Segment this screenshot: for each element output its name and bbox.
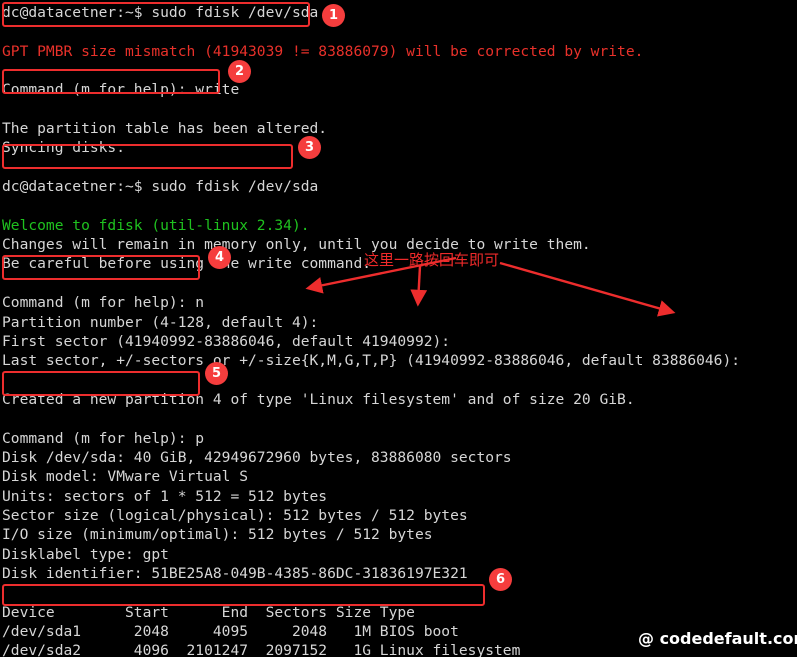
- line-blank-6: [2, 274, 797, 293]
- line-io-size: I/O size (minimum/optimal): 512 bytes / …: [2, 526, 433, 544]
- line-sector-size: Sector size (logical/physical): 512 byte…: [2, 506, 468, 524]
- line-blank-3: [2, 100, 797, 119]
- line-disk-model: Disk model: VMware Virtual S: [2, 468, 249, 486]
- line-prompt-fdisk-2: dc@datacetner:~$ sudo fdisk /dev/sda: [2, 178, 319, 196]
- line-blank-2: [2, 61, 797, 80]
- line-blank-5: [2, 196, 797, 215]
- line-command-n: Command (m for help): n: [2, 294, 205, 312]
- line-table-header: Device Start End Sectors Size Type: [2, 603, 415, 621]
- line-disklabel-type: Disklabel type: gpt: [2, 545, 169, 563]
- line-syncing-disks: Syncing disks.: [2, 139, 126, 157]
- line-blank-8: [2, 409, 797, 428]
- line-blank-4: [2, 158, 797, 177]
- line-command-p: Command (m for help): p: [2, 429, 205, 447]
- line-be-careful: Be careful before using the write comman…: [2, 255, 372, 273]
- line-first-sector: First sector (41940992-83886046, default…: [2, 332, 459, 350]
- line-blank-7: [2, 371, 797, 390]
- line-table-altered: The partition table has been altered.: [2, 120, 328, 138]
- line-disk-summary: Disk /dev/sda: 40 GiB, 42949672960 bytes…: [2, 448, 512, 466]
- line-command-write: Command (m for help): write: [2, 81, 240, 99]
- line-partition-sda2: /dev/sda2 4096 2101247 2097152 1G Linux …: [2, 642, 521, 657]
- line-partition-sda1: /dev/sda1 2048 4095 2048 1M BIOS boot: [2, 623, 459, 640]
- line-last-sector: Last sector, +/-sectors or +/-size{K,M,G…: [2, 352, 749, 370]
- terminal-screenshot: dc@datacetner:~$ sudo fdisk /dev/sda GPT…: [0, 0, 797, 657]
- line-blank-1: [2, 22, 797, 41]
- line-disk-identifier: Disk identifier: 51BE25A8-049B-4385-86DC…: [2, 564, 468, 582]
- line-created-partition: Created a new partition 4 of type 'Linux…: [2, 390, 635, 408]
- line-gpt-pmbr-warning: GPT PMBR size mismatch (41943039 != 8388…: [2, 42, 644, 60]
- line-partition-number: Partition number (4-128, default 4):: [2, 313, 328, 331]
- terminal-output[interactable]: dc@datacetner:~$ sudo fdisk /dev/sda GPT…: [0, 0, 797, 657]
- line-welcome-fdisk: Welcome to fdisk (util-linux 2.34).: [2, 216, 310, 234]
- line-blank-9: [2, 583, 797, 602]
- line-units: Units: sectors of 1 * 512 = 512 bytes: [2, 487, 328, 505]
- line-prompt-fdisk-1: dc@datacetner:~$ sudo fdisk /dev/sda: [2, 4, 319, 21]
- line-changes-memory: Changes will remain in memory only, unti…: [2, 236, 591, 254]
